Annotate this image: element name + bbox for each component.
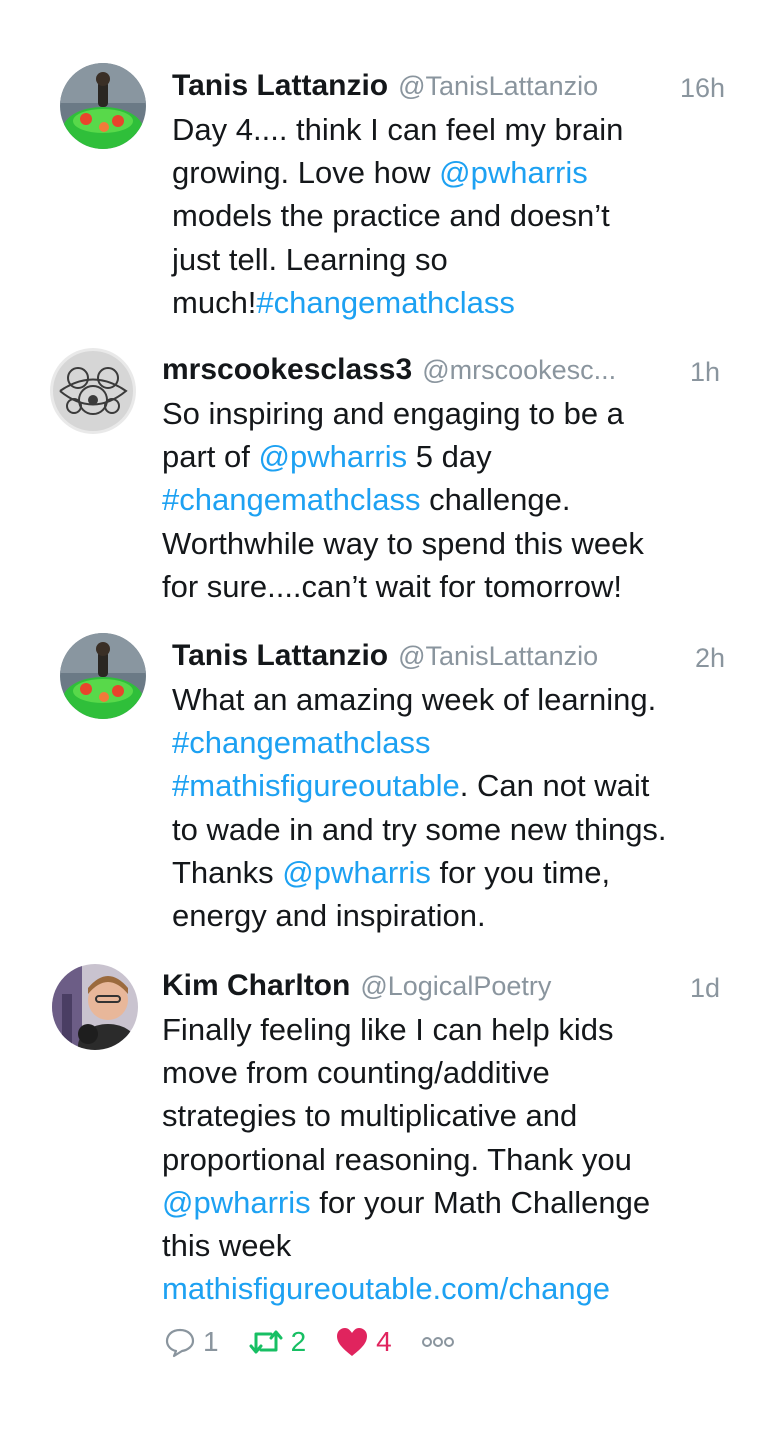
author-name[interactable]: mrscookesclass3 [162,353,412,386]
tweet-text-segment: So inspiring and engaging to be a [162,396,624,431]
tweet-text-segment: What an amazing week of learning. [172,682,657,717]
tweet-text-segment: move from counting/additive [162,1055,550,1091]
tweet-text-segment: proportional reasoning. Thank you [162,1141,632,1177]
tweet-text-segment: growing. Love how [172,155,440,191]
like-button[interactable]: 4 [334,1325,392,1359]
author-name[interactable]: Kim Charlton [162,969,350,1002]
hashtag-link[interactable]: #mathisfigureoutable [172,768,460,803]
tweet-line: #changemathclass [172,721,732,764]
avatar[interactable] [50,348,136,434]
avatar-image [50,348,136,434]
tweet-line: What an amazing week of learning. [172,678,732,721]
tweet-text-segment: this week [162,1228,292,1264]
hashtag-link[interactable]: #changemathclass [172,725,431,760]
mention-link[interactable]: @pwharris [282,855,431,890]
mention-link[interactable]: @pwharris [162,1185,311,1220]
timestamp[interactable]: 2h [695,640,725,676]
tweet-text-segment: models the practice and doesn’t [172,198,610,234]
tweet-line: for sure....can’t wait for tomorrow! [162,565,722,608]
mention-link[interactable]: @pwharris [259,439,408,474]
url-link[interactable]: mathisfigureoutable.com/change [162,1271,610,1306]
tweet-line: proportional reasoning. Thank you [162,1138,722,1181]
more-button[interactable] [420,1332,456,1352]
retweet-icon [249,1330,283,1354]
tweet-text-segment: Worthwhile way to spend this week [162,525,644,561]
avatar[interactable] [52,964,138,1050]
more-icon [421,1337,454,1347]
tweet-line: this week [162,1224,722,1267]
author-name[interactable]: Tanis Lattanzio [172,639,388,672]
retweet-count: 2 [290,1326,307,1357]
tweet-line: much!#changemathclass [172,281,732,324]
tweet-line: move from counting/additive [162,1051,722,1094]
hashtag-link[interactable]: #changemathclass [162,482,421,517]
tweet-line: growing. Love how @pwharris [172,151,732,194]
avatar-image [60,633,146,719]
reply-count: 1 [203,1326,219,1357]
heart-icon [337,1328,368,1356]
retweet-button[interactable]: 2 [247,1325,307,1359]
timestamp[interactable]: 1h [690,354,720,390]
tweet-line: So inspiring and engaging to be a [162,392,722,435]
tweet-text-segment: strategies to multiplicative and [162,1098,578,1134]
tweet-text-segment: for sure....can’t wait for tomorrow! [162,568,622,604]
avatar-image [60,63,146,149]
tweet-line: to wade in and try some new things. [172,808,732,851]
tweet-text: What an amazing week of learning. #change… [172,678,732,937]
author-handle[interactable]: @TanisLattanzio [398,71,598,101]
reply-button[interactable]: 1 [163,1325,219,1359]
tweet-text-segment: . Can not wait [459,768,650,804]
tweet-text: Finally feeling like I can help kids move… [162,1008,722,1310]
tweet-text-segment: energy and inspiration. [172,898,486,934]
tweet-text-segment: much! [172,284,257,320]
author-handle[interactable]: @LogicalPoetry [360,971,551,1001]
tweet-line: #mathisfigureoutable. Can not wait [172,764,732,807]
author-name[interactable]: Tanis Lattanzio [172,69,388,102]
tweet-line: just tell. Learning so [172,238,732,281]
tweet-text-segment: challenge. [420,482,571,518]
timestamp[interactable]: 1d [690,970,720,1006]
tweet-line: @pwharris for your Math Challenge [162,1181,722,1224]
tweet-line: models the practice and doesn’t [172,194,732,237]
tweet-text: Day 4.... think I can feel my brain growi… [172,108,732,324]
author-handle[interactable]: @TanisLattanzio [398,641,598,671]
tweet-line: Day 4.... think I can feel my brain [172,108,732,151]
tweet-text-segment: Day 4.... think I can feel my brain [172,112,624,147]
tweet-text-segment: 5 day [407,439,492,475]
mention-link[interactable]: @pwharris [439,155,588,190]
timestamp[interactable]: 16h [680,70,725,106]
avatar[interactable] [60,63,146,149]
like-count: 4 [376,1326,392,1357]
tweet-text-segment: part of [162,439,259,475]
tweet-text-segment: Finally feeling like I can help kids [162,1012,614,1047]
author-handle[interactable]: @mrscookesc... [422,355,616,385]
tweet-actions: 1 2 4 [163,1322,484,1362]
tweet-text-segment: Thanks [172,854,283,890]
tweet-line: Finally feeling like I can help kids [162,1008,722,1051]
avatar-image [52,964,138,1050]
tweet-text: So inspiring and engaging to be a part of… [162,392,722,608]
tweet-line: Thanks @pwharris for you time, [172,851,732,894]
tweet-line: #changemathclass challenge. [162,478,722,521]
tweet-text-segment: for you time, [430,854,611,890]
tweet-line: energy and inspiration. [172,894,732,937]
reply-icon [165,1328,195,1358]
hashtag-link[interactable]: #changemathclass [256,285,515,320]
tweet-text-segment: for your Math Challenge [310,1184,651,1220]
tweet-line: part of @pwharris 5 day [162,435,722,478]
tweet-line: mathisfigureoutable.com/change [162,1267,722,1310]
tweet-text-segment: just tell. Learning so [172,241,448,277]
avatar[interactable] [60,633,146,719]
tweet-text-segment: to wade in and try some new things. [172,811,667,847]
tweet-line: strategies to multiplicative and [162,1094,722,1137]
tweet-line: Worthwhile way to spend this week [162,522,722,565]
